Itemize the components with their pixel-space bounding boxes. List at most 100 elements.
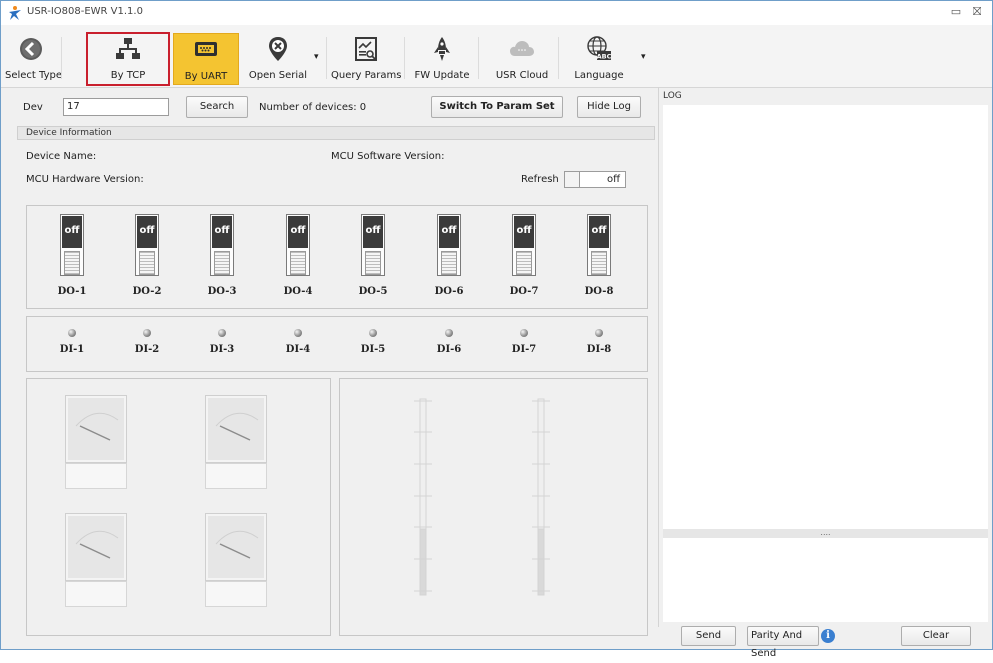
toolbar-fw-update[interactable]: FW Update — [409, 33, 475, 85]
parity-and-send-button[interactable]: Parity And Send — [747, 626, 819, 659]
network-icon — [116, 38, 140, 59]
log-splitter[interactable]: .... — [663, 529, 988, 538]
query-params-icon — [355, 37, 377, 61]
di-label: DI-4 — [285, 344, 311, 355]
do-label: DO-7 — [509, 286, 539, 297]
meter-base — [65, 581, 127, 607]
meter-base — [205, 463, 267, 489]
do-switch-8[interactable]: off — [587, 214, 611, 276]
switch-grip — [591, 251, 607, 275]
toolbar-query-params[interactable]: Query Params — [331, 33, 401, 85]
toolbar-divider — [61, 37, 62, 79]
do-label: DO-5 — [358, 286, 388, 297]
toolbar-by-tcp[interactable]: By TCP — [86, 32, 170, 86]
toolbar-label: By TCP — [110, 70, 146, 81]
toolbar-label: Open Serial — [248, 70, 308, 81]
do-label: DO-3 — [207, 286, 237, 297]
toolbar-label: By UART — [184, 71, 228, 82]
dev-input[interactable]: 17 — [63, 98, 169, 116]
switch-to-param-set-button[interactable]: Switch To Param Set — [431, 96, 563, 118]
refresh-label: Refresh — [521, 174, 559, 185]
window-title: USR-IO808-EWR V1.1.0 — [27, 6, 143, 17]
minimize-button[interactable]: ▭ — [948, 4, 964, 20]
do-switch-7[interactable]: off — [512, 214, 536, 276]
svg-text:ABC: ABC — [597, 53, 612, 61]
meter-base — [205, 581, 267, 607]
clear-button[interactable]: Clear — [901, 626, 971, 646]
switch-grip — [290, 251, 306, 275]
di-label: DI-7 — [511, 344, 537, 355]
toolbar-usr-cloud[interactable]: USR Cloud — [489, 33, 555, 85]
close-circle-pin-icon — [269, 37, 287, 61]
analog-meter-1 — [65, 395, 127, 463]
do-switch-6[interactable]: off — [437, 214, 461, 276]
di-indicator-4 — [294, 329, 302, 337]
do-state: off — [137, 216, 157, 248]
do-label: DO-4 — [283, 286, 313, 297]
switch-grip — [365, 251, 381, 275]
di-indicator-6 — [445, 329, 453, 337]
digital-output-panel: off off off off off off off off DO-1 DO-… — [26, 205, 648, 309]
toolbar-divider — [404, 37, 405, 79]
di-label: DI-5 — [360, 344, 386, 355]
device-name-label: Device Name: — [26, 151, 97, 162]
search-button[interactable]: Search — [186, 96, 248, 118]
di-label: DI-1 — [59, 344, 85, 355]
toolbar-select-type[interactable]: Select Type — [5, 33, 62, 85]
switch-grip — [441, 251, 457, 275]
di-indicator-1 — [68, 329, 76, 337]
do-state: off — [288, 216, 308, 248]
meter-dial-icon — [75, 412, 119, 441]
title-bar: USR-IO808-EWR V1.1.0 ▭ ⛝ — [1, 1, 992, 25]
vertical-divider — [658, 87, 659, 627]
level-meter-scales — [414, 398, 550, 596]
do-switch-5[interactable]: off — [361, 214, 385, 276]
toolbar-label: USR Cloud — [495, 70, 549, 81]
app-window: USR-IO808-EWR V1.1.0 ▭ ⛝ Select Type By … — [0, 0, 993, 659]
do-switch-4[interactable]: off — [286, 214, 310, 276]
log-title: LOG — [663, 91, 682, 101]
switch-grip — [64, 251, 80, 275]
do-state: off — [514, 216, 534, 248]
refresh-state-text: off — [606, 174, 620, 185]
do-switch-2[interactable]: off — [135, 214, 159, 276]
do-state: off — [363, 216, 383, 248]
digital-input-panel: DI-1 DI-2 DI-3 DI-4 DI-5 DI-6 DI-7 DI-8 — [26, 316, 648, 372]
do-state: off — [589, 216, 609, 248]
cloud-icon — [510, 41, 534, 56]
globe-abc-icon: ABC — [587, 36, 612, 61]
meter-dial-icon — [75, 530, 119, 559]
analog-meter-4 — [205, 513, 267, 581]
back-arrow-icon — [20, 38, 42, 60]
info-icon[interactable]: i — [821, 629, 835, 643]
toolbar-open-serial[interactable]: Open Serial — [245, 33, 311, 85]
toolbar-label: Query Params — [331, 70, 402, 81]
log-output[interactable] — [663, 105, 988, 529]
toggle-knob — [565, 172, 580, 187]
do-switch-1[interactable]: off — [60, 214, 84, 276]
hide-log-button[interactable]: Hide Log — [577, 96, 641, 118]
toolbar-divider — [478, 37, 479, 79]
di-indicator-2 — [143, 329, 151, 337]
do-state: off — [439, 216, 459, 248]
close-button[interactable]: ⛝ — [969, 4, 985, 20]
serial-port-icon — [195, 42, 217, 56]
di-label: DI-3 — [209, 344, 235, 355]
di-indicator-3 — [218, 329, 226, 337]
rocket-icon — [434, 37, 450, 61]
toolbar-by-uart[interactable]: By UART — [173, 33, 239, 85]
refresh-toggle[interactable]: off — [564, 171, 626, 188]
send-input[interactable] — [663, 538, 988, 622]
meter-dial-icon — [215, 412, 259, 441]
di-label: DI-6 — [436, 344, 462, 355]
open-serial-dropdown-arrow[interactable]: ▾ — [314, 52, 319, 62]
send-button[interactable]: Send — [681, 626, 736, 646]
do-switch-3[interactable]: off — [210, 214, 234, 276]
switch-grip — [214, 251, 230, 275]
language-dropdown-arrow[interactable]: ▾ — [641, 52, 646, 62]
mcu-hardware-version-label: MCU Hardware Version: — [26, 174, 144, 185]
analog-meter-panel — [26, 378, 331, 636]
toolbar-language[interactable]: ABC Language — [563, 33, 635, 85]
toolbar: Select Type By TCP By UART Open Serial ▾… — [1, 25, 992, 88]
di-label: DI-2 — [134, 344, 160, 355]
